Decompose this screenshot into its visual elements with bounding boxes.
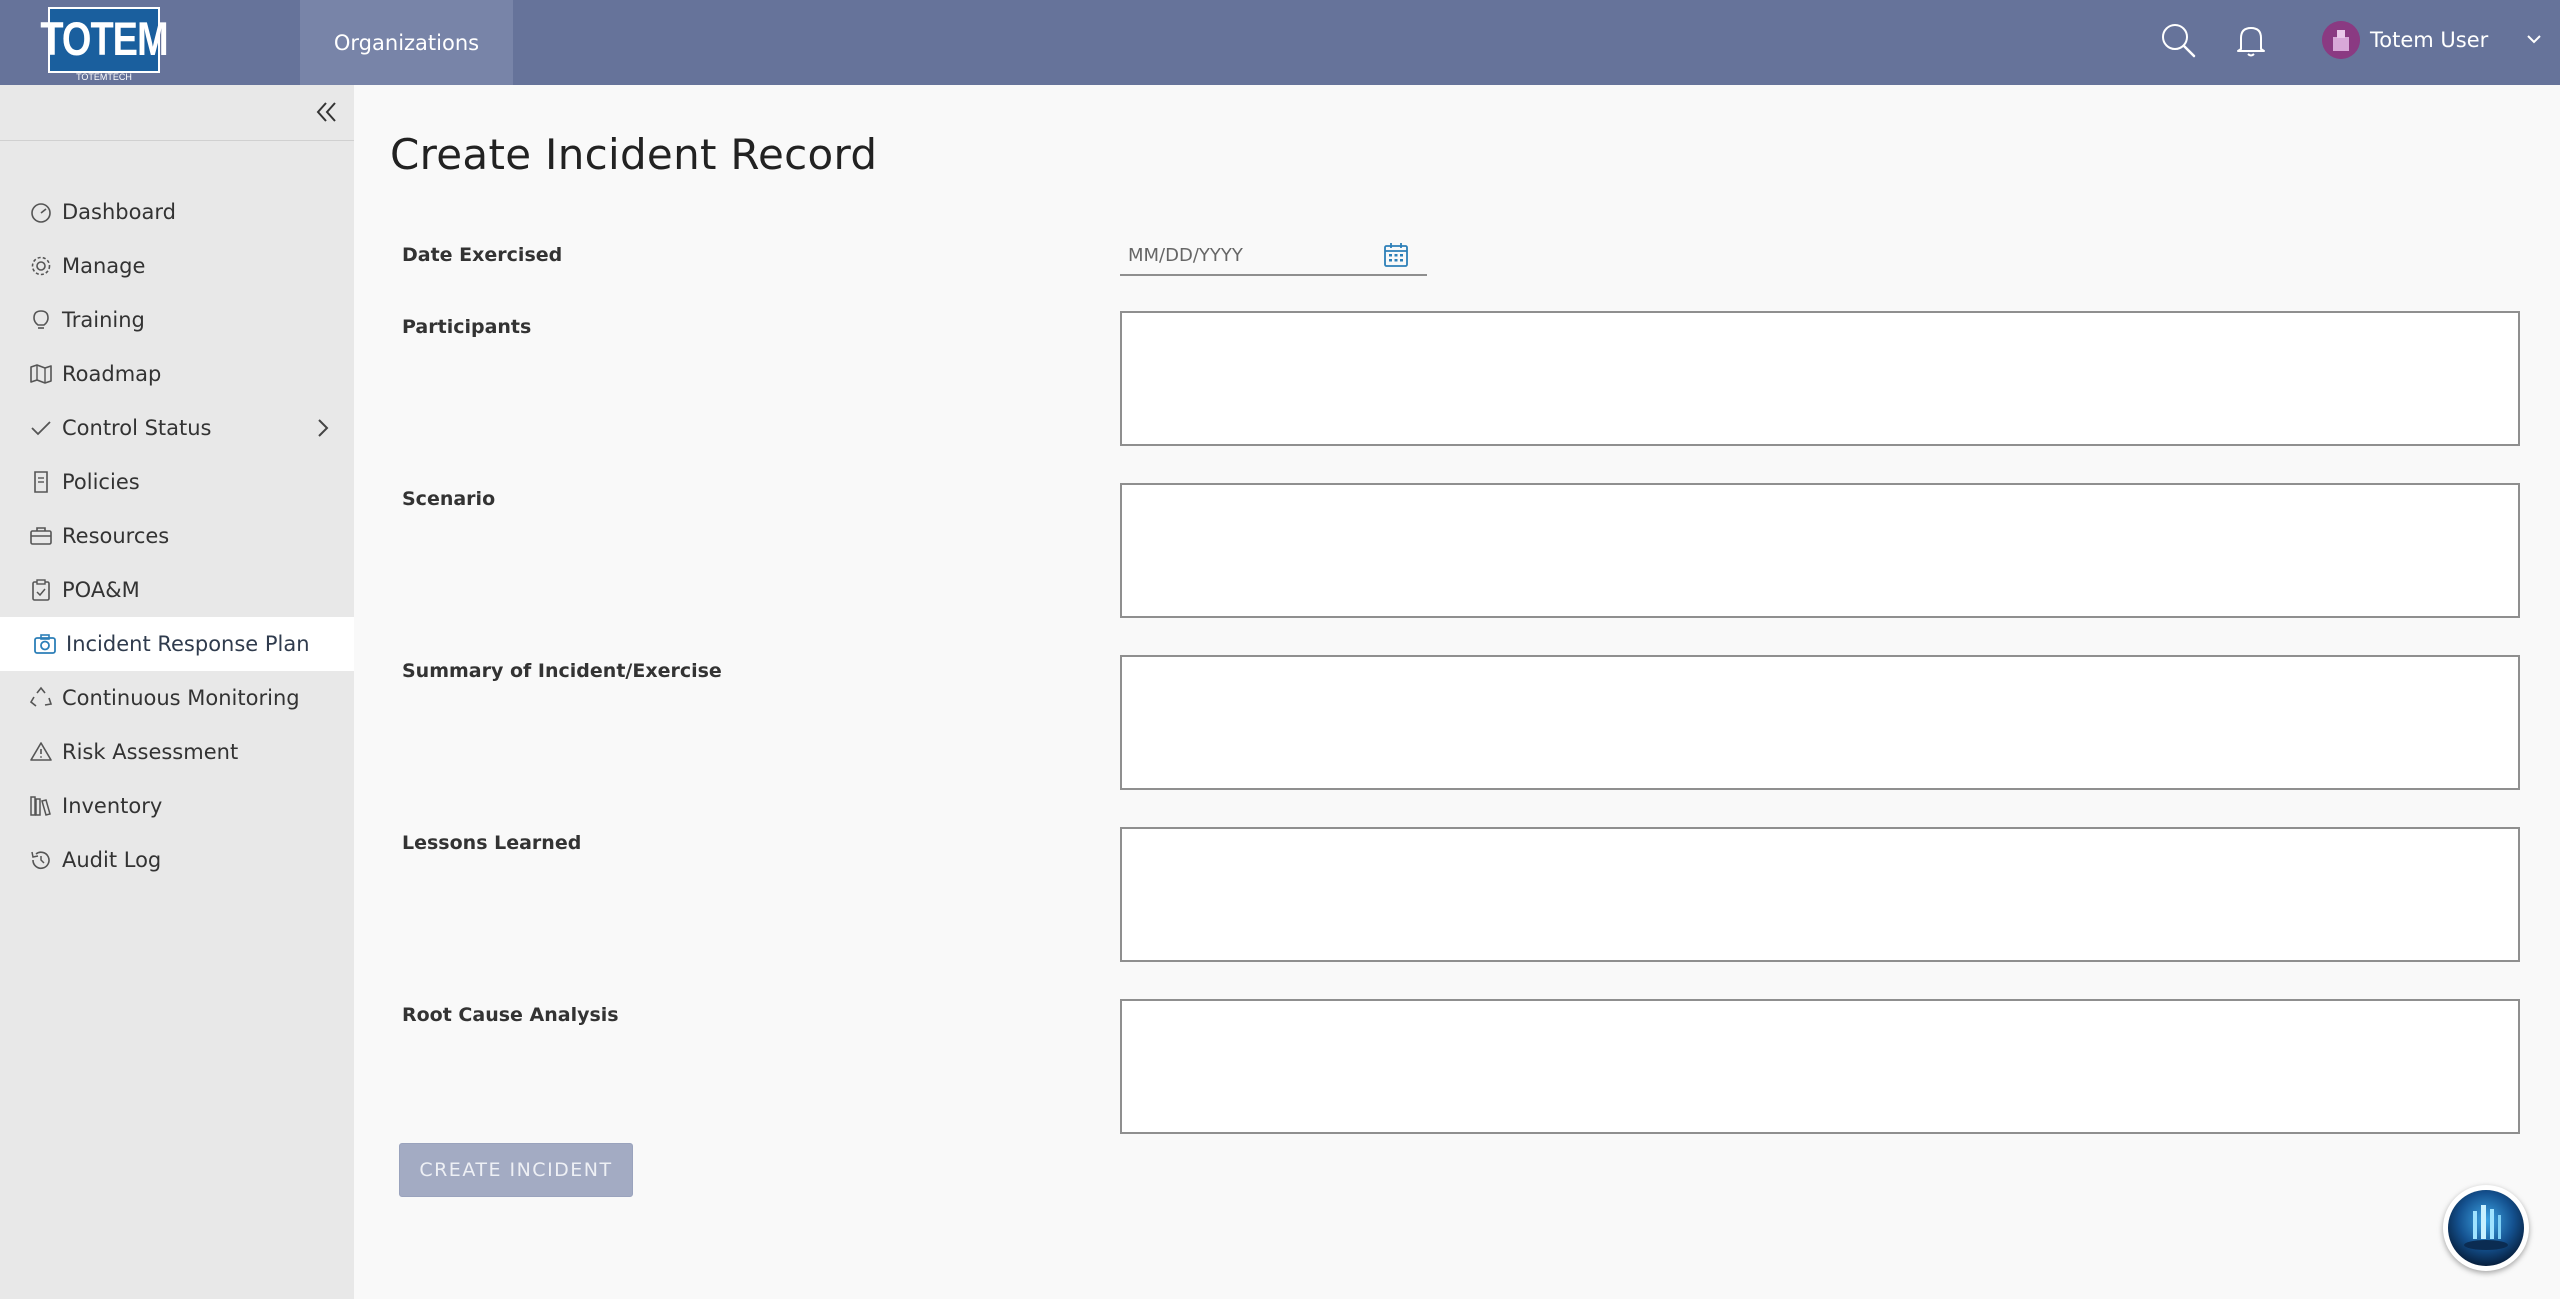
scenario-label: Scenario — [402, 488, 496, 510]
sidebar-item-control-status[interactable]: Control Status — [0, 401, 354, 455]
avatar-image — [2322, 21, 2360, 59]
briefcase-icon — [30, 527, 52, 545]
participants-label: Participants — [402, 316, 532, 338]
totem-logo[interactable]: TOTEM TOTEMTECH — [40, 7, 169, 83]
warning-icon — [30, 742, 52, 761]
date-exercised-field[interactable] — [1120, 236, 1427, 276]
sidebar: Dashboard Manage Training Roadmap Contro… — [0, 85, 354, 1299]
sidebar-item-risk-assessment[interactable]: Risk Assessment — [0, 725, 354, 779]
date-exercised-input[interactable] — [1128, 242, 1368, 268]
user-name: Totem User — [2370, 28, 2489, 52]
sidebar-item-continuous-monitoring[interactable]: Continuous Monitoring — [0, 671, 354, 725]
sidebar-item-label: Manage — [62, 254, 146, 278]
history-icon — [31, 851, 50, 870]
sidebar-item-label: Inventory — [62, 794, 163, 818]
sidebar-item-poam[interactable]: POA&M — [0, 563, 354, 617]
chat-assistant-button[interactable] — [2443, 1185, 2529, 1271]
lessons-learned-label: Lessons Learned — [402, 832, 582, 854]
sidebar-item-manage[interactable]: Manage — [0, 239, 354, 293]
sidebar-divider — [0, 140, 354, 141]
sidebar-item-policies[interactable]: Policies — [0, 455, 354, 509]
summary-textarea[interactable] — [1120, 655, 2520, 790]
organizations-tab-label: Organizations — [333, 30, 480, 55]
sidebar-item-audit-log[interactable]: Audit Log — [0, 833, 354, 887]
camera-icon — [34, 634, 56, 654]
sidebar-item-label: Continuous Monitoring — [62, 686, 300, 710]
user-menu[interactable]: Totem User — [2322, 18, 2488, 62]
root-cause-analysis-label: Root Cause Analysis — [402, 1004, 619, 1026]
gauge-icon — [31, 203, 51, 223]
lightbulb-icon — [33, 310, 49, 329]
logo-subtext: TOTEMTECH — [76, 72, 132, 82]
sidebar-item-resources[interactable]: Resources — [0, 509, 354, 563]
collapse-sidebar-icon[interactable] — [311, 97, 341, 127]
clipboard-icon — [32, 579, 50, 601]
sidebar-item-label: Roadmap — [62, 362, 162, 386]
search-icon[interactable] — [2158, 20, 2198, 60]
books-icon — [30, 796, 51, 816]
date-exercised-label: Date Exercised — [402, 244, 563, 266]
lessons-learned-textarea[interactable] — [1120, 827, 2520, 962]
top-navigation-bar: TOTEM TOTEMTECH Organizations Totem User — [0, 0, 2560, 85]
create-incident-button[interactable]: CREATE INCIDENT — [399, 1143, 633, 1197]
sidebar-item-dashboard[interactable]: Dashboard — [0, 185, 354, 239]
scenario-textarea[interactable] — [1120, 483, 2520, 618]
sidebar-item-label: Resources — [62, 524, 170, 548]
page-title: Create Incident Record — [390, 130, 878, 179]
summary-label: Summary of Incident/Exercise — [402, 660, 722, 682]
gear-icon — [31, 256, 51, 276]
organizations-tab[interactable]: Organizations — [300, 0, 513, 85]
sidebar-item-label: Training — [62, 308, 145, 332]
sidebar-item-incident-response-plan[interactable]: Incident Response Plan — [0, 617, 354, 671]
calendar-icon[interactable] — [1382, 241, 1410, 269]
sidebar-item-training[interactable]: Training — [0, 293, 354, 347]
sidebar-item-label: Risk Assessment — [62, 740, 239, 764]
avatar — [2322, 21, 2360, 59]
sidebar-item-label: Control Status — [62, 416, 212, 440]
chevron-down-icon[interactable] — [2523, 28, 2545, 50]
sidebar-item-label: POA&M — [62, 578, 140, 602]
chevron-right-icon[interactable] — [312, 417, 334, 439]
participants-textarea[interactable] — [1120, 311, 2520, 446]
map-icon — [30, 364, 52, 384]
chat-assistant-icon — [2448, 1190, 2524, 1266]
logo-box: TOTEM — [40, 7, 169, 73]
check-icon — [31, 421, 51, 436]
recycle-icon — [29, 686, 53, 707]
sidebar-item-label: Audit Log — [62, 848, 162, 872]
sidebar-item-inventory[interactable]: Inventory — [0, 779, 354, 833]
sidebar-item-label: Dashboard — [62, 200, 176, 224]
sidebar-item-roadmap[interactable]: Roadmap — [0, 347, 354, 401]
root-cause-analysis-textarea[interactable] — [1120, 999, 2520, 1134]
logo-text: TOTEM — [40, 13, 168, 66]
sidebar-item-label: Incident Response Plan — [66, 632, 310, 656]
sidebar-item-label: Policies — [62, 470, 140, 494]
bell-icon[interactable] — [2231, 20, 2271, 60]
document-icon — [34, 471, 48, 493]
